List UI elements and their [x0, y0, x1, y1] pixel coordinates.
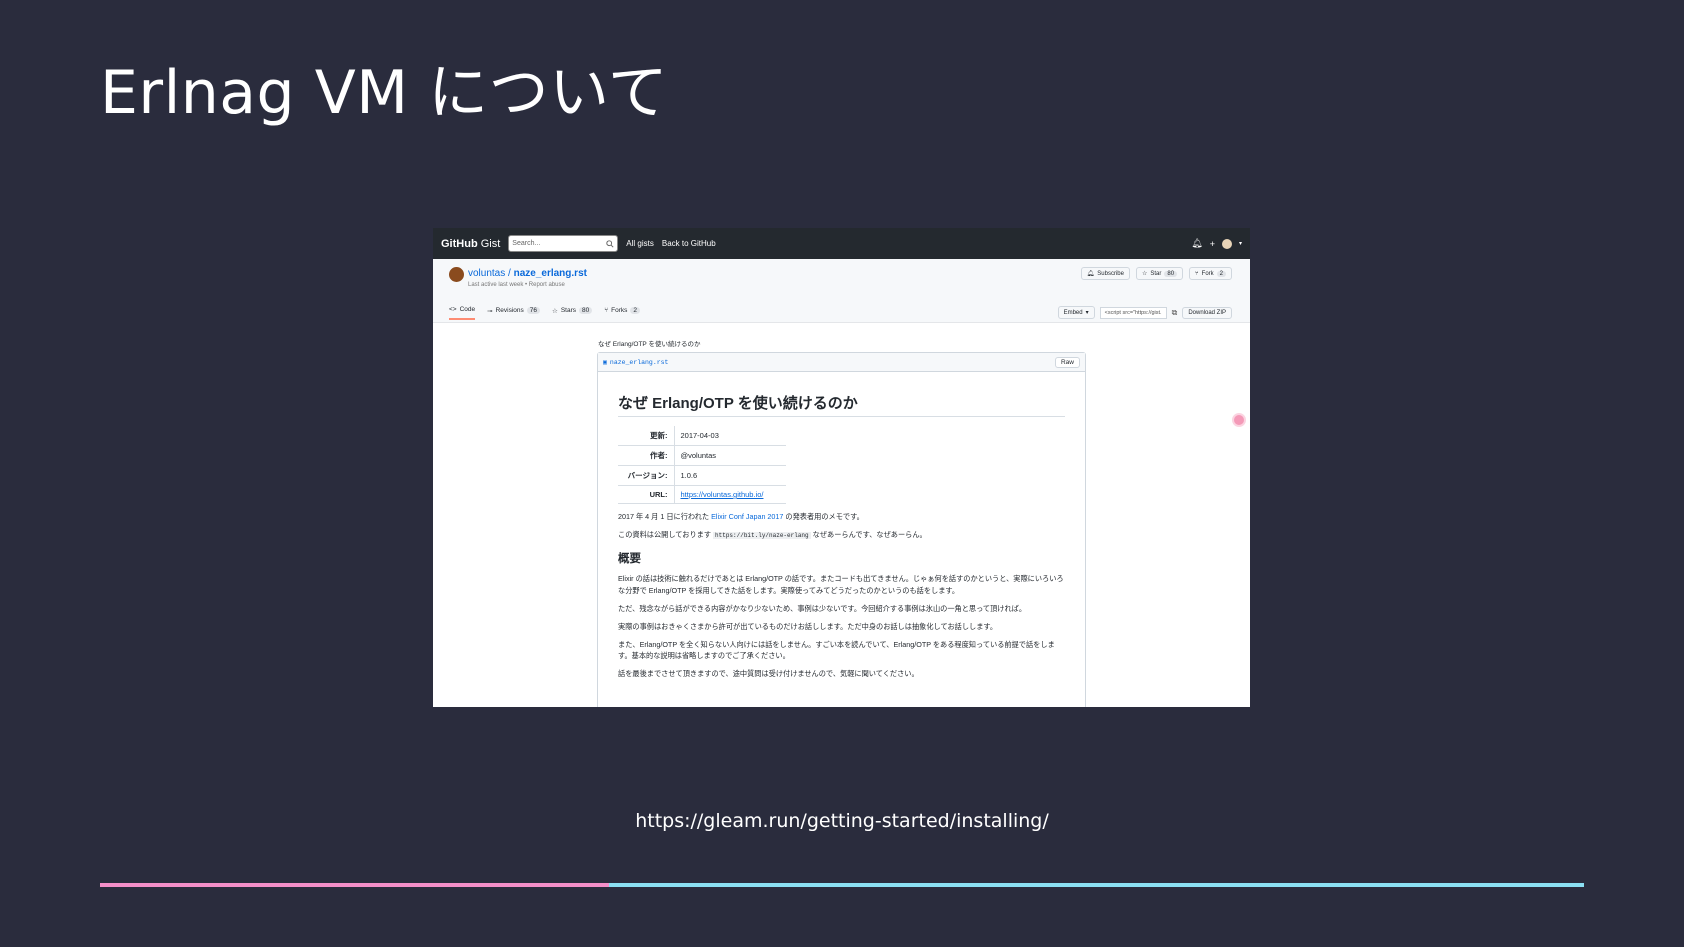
intro-line-2: この資料は公開しております https://bit.ly/naze-erlang… [618, 529, 1065, 540]
url-caption[interactable]: https://gleam.run/getting-started/instal… [0, 810, 1684, 832]
star-label: Star [1150, 270, 1162, 277]
intro-text: 2017 年 4 月 1 日に行われた [618, 512, 712, 521]
tab-label: Revisions [495, 307, 524, 314]
tab-count: 76 [526, 307, 541, 314]
fork-count: 2 [1216, 270, 1226, 277]
tab-count: 80 [579, 307, 593, 314]
gist-name-link[interactable]: naze_erlang.rst [514, 268, 587, 279]
copy-icon[interactable]: ⧉ [1172, 308, 1178, 318]
subscribe-label: Subscribe [1097, 270, 1124, 277]
embedded-screenshot: GitHub Gist Search... All gists Back to … [433, 228, 1250, 707]
elixir-conf-link[interactable]: Elixir Conf Japan 2017 [711, 512, 783, 521]
raw-button[interactable]: Raw [1054, 356, 1080, 368]
back-to-github-link[interactable]: Back to GitHub [662, 239, 716, 248]
plus-icon[interactable]: + [1210, 239, 1215, 249]
meta-key: URL: [618, 485, 675, 504]
section-heading: 概要 [618, 553, 641, 566]
inline-code: https://bit.ly/naze-erlang [713, 532, 811, 540]
accent-bar-right [609, 883, 1584, 887]
bell-icon: 🔔︎ [1086, 271, 1095, 277]
intro-text: の発表者用のメモです。 [783, 512, 864, 521]
table-row: 作者: @voluntas [618, 445, 786, 466]
tab-forks[interactable]: ⑂ Forks 2 [604, 306, 641, 320]
meta-value: 2017-04-03 [674, 426, 786, 446]
search-input[interactable]: Search... [508, 235, 619, 252]
embed-code-field[interactable]: <script src="https://gist. [1099, 306, 1167, 319]
star-count: 80 [1164, 270, 1178, 277]
logo-github: GitHub [441, 237, 478, 250]
meta-key: 作者: [618, 445, 675, 466]
tab-stars[interactable]: ☆ Stars 80 [552, 306, 593, 320]
avatar-icon[interactable] [1221, 238, 1232, 249]
tab-label: Forks [611, 307, 628, 314]
file-body: なぜ Erlang/OTP を使い続けるのか 更新: 2017-04-03 作者:… [598, 392, 1085, 680]
gist-title: voluntas / naze_erlang.rst [468, 268, 587, 279]
gist-description: なぜ Erlang/OTP を使い続けるのか [598, 341, 701, 348]
tab-label: Code [459, 306, 476, 313]
table-row: バージョン: 1.0.6 [618, 465, 786, 486]
star-button[interactable]: ☆ Star 80 [1135, 267, 1184, 280]
tab-revisions[interactable]: ⊸ Revisions 76 [487, 306, 541, 320]
meta-url-link[interactable]: https://voluntas.github.io/ [674, 485, 786, 504]
fork-button[interactable]: ⑂ Fork 2 [1189, 267, 1232, 280]
star-icon: ☆ [1141, 271, 1148, 277]
bell-icon[interactable]: 🔔︎ [1191, 238, 1202, 249]
search-icon [606, 239, 614, 248]
meta-value: 1.0.6 [674, 465, 786, 486]
meta-key: バージョン: [618, 465, 675, 486]
slide-title: Erlnag VM について [100, 58, 669, 128]
revisions-icon: ⊸ [487, 307, 493, 315]
paragraph: 話を最後までさせて頂きますので、途中質問は受け付けませんので、気軽に聞いてくださ… [618, 669, 919, 679]
owner-link[interactable]: voluntas [468, 268, 505, 279]
gist-subtitle: Last active last week • Report abuse [468, 282, 565, 288]
paragraph: また、Erlang/OTP を全く知らない人向けには話をしません。すごい本を読ん… [618, 640, 1055, 661]
chevron-down-icon: ▾ [1085, 310, 1089, 316]
paragraph: 実際の事例はおきゃくさまから許可が出ているものだけお話しします。ただ中身のお話し… [618, 621, 998, 631]
doc-title: なぜ Erlang/OTP を使い続けるのか [618, 392, 1065, 417]
meta-table: 更新: 2017-04-03 作者: @voluntas バージョン: 1.0.6 U… [618, 426, 786, 504]
file-icon: ▣ [603, 359, 607, 366]
table-row: URL: https://voluntas.github.io/ [618, 485, 786, 504]
intro-text: なぜあーらんです、なぜあーらん。 [810, 530, 927, 540]
meta-key: 更新: [618, 426, 675, 446]
github-gist-logo[interactable]: GitHub Gist [441, 238, 500, 250]
floating-badge-icon[interactable] [1232, 413, 1246, 427]
gist-repo-header: voluntas / naze_erlang.rst Last active l… [433, 259, 1250, 323]
embed-label: Embed [1063, 309, 1083, 316]
gist-tabs: <> Code ⊸ Revisions 76 ☆ Stars 80 ⑂ Fork… [449, 306, 641, 320]
tab-label: Stars [560, 307, 577, 314]
owner-avatar[interactable] [449, 267, 464, 282]
intro-text: この資料は公開しております [618, 530, 714, 540]
file-name-link[interactable]: naze_erlang.rst [610, 359, 669, 366]
file-header: ▣ naze_erlang.rst Raw [598, 353, 1085, 372]
fork-icon: ⑂ [1195, 270, 1199, 277]
gist-header: GitHub Gist Search... All gists Back to … [433, 228, 1250, 259]
star-icon: ☆ [552, 307, 558, 315]
title-separator: / [505, 268, 514, 279]
tab-count: 2 [630, 307, 641, 314]
fork-icon: ⑂ [604, 307, 609, 314]
subscribe-button[interactable]: 🔔︎ Subscribe [1080, 267, 1130, 280]
chevron-down-icon[interactable]: ▾ [1239, 240, 1242, 247]
accent-bar-left [100, 883, 609, 887]
intro-line-1: 2017 年 4 月 1 日に行われた Elixir Conf Japan 20… [618, 511, 1065, 522]
tab-code[interactable]: <> Code [449, 306, 476, 320]
table-row: 更新: 2017-04-03 [618, 426, 786, 446]
all-gists-link[interactable]: All gists [626, 239, 654, 248]
paragraph: Elixir の話は技術に触れるだけであとは Erlang/OTP の話です。ま… [618, 574, 1064, 595]
fork-label: Fork [1201, 270, 1214, 277]
embed-select[interactable]: Embed ▾ [1057, 306, 1095, 319]
download-zip-button[interactable]: Download ZIP [1182, 306, 1232, 319]
meta-value: @voluntas [674, 445, 786, 466]
code-icon: <> [449, 306, 457, 313]
logo-gist: Gist [477, 237, 501, 250]
file-box: ▣ naze_erlang.rst Raw なぜ Erlang/OTP を使い続… [597, 352, 1086, 707]
paragraph: ただ、残念ながら話ができる内容がかなり少ないため、事例は少ないです。今回紹介する… [618, 603, 1027, 613]
search-placeholder: Search... [512, 240, 541, 247]
